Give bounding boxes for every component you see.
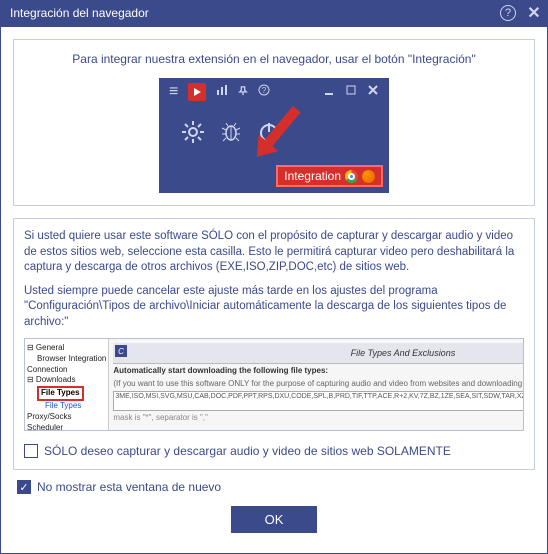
integration-button-preview: Integration (276, 165, 383, 187)
tree-downloads: ⊟ Downloads (27, 375, 106, 386)
filetypes-header: C File Types And Exclusions (113, 343, 524, 364)
ok-row: OK (13, 506, 535, 533)
ok-button[interactable]: OK (231, 506, 318, 533)
integration-illustration: ≡ ? (159, 78, 389, 193)
checkbox-checked-icon: ✓ (17, 480, 31, 494)
close-small-icon (367, 83, 379, 101)
maximize-icon (345, 83, 357, 101)
tree-proxy: Proxy/Socks (27, 412, 106, 423)
equalizer-icon (216, 83, 228, 101)
ft-ext-box: 3ME,ISO,MSI,SVG,MSU,CAB,DOC,PDF,PPT,RPS,… (113, 391, 524, 411)
tree-general: ⊟ General (27, 343, 106, 354)
tree-connection: Connection (27, 365, 106, 376)
tree-browser: Browser Integration (27, 354, 106, 365)
close-icon[interactable]: ✕ (526, 5, 542, 21)
filetypes-para1: Si usted quiere usar este software SÓLO … (24, 229, 524, 276)
filetypes-title: File Types And Exclusions (131, 347, 524, 359)
integration-instruction: Para integrar nuestra extensión en el na… (26, 52, 522, 66)
panel-integration: Para integrar nuestra extensión en el na… (13, 39, 535, 206)
help-icon[interactable]: ? (500, 5, 516, 21)
gear-icon (181, 120, 205, 149)
help-small-icon: ? (258, 83, 270, 101)
ft-mask: mask is "*", separator is "," (113, 413, 524, 424)
pin-icon (238, 83, 248, 101)
titlebar: Integración del navegador ? ✕ (0, 0, 548, 26)
ft-sub: (If you want to use this software ONLY f… (113, 379, 524, 390)
tree-scheduler: Scheduler (27, 423, 106, 431)
illust-toolbar: ≡ ? (159, 78, 389, 106)
filetypes-para2: Usted siempre puede cancelar este ajuste… (24, 284, 524, 331)
play-icon (188, 83, 206, 101)
settings-tree: ⊟ General Browser Integration Connection… (25, 339, 109, 430)
app-small-icon: C (115, 345, 127, 361)
only-audio-video-checkbox[interactable]: SÓLO deseo capturar y descargar audio y … (24, 443, 524, 459)
dialog-body: Para integrar nuestra extensión en el na… (0, 26, 548, 554)
integration-label: Integration (284, 169, 341, 183)
firefox-icon (362, 170, 375, 183)
bug-icon (219, 120, 243, 149)
tree-filetypes-hl: File Types (37, 386, 84, 401)
only-av-label: SÓLO deseo capturar y descargar audio y … (44, 443, 451, 459)
ft-line: Automatically start downloading the foll… (113, 366, 524, 377)
window-controls: ? ✕ (500, 5, 542, 21)
panel-filetypes: Si usted quiere usar este software SÓLO … (13, 218, 535, 470)
svg-text:?: ? (262, 86, 267, 95)
window-title: Integración del navegador (10, 6, 149, 20)
dont-show-label: No mostrar esta ventana de nuevo (37, 480, 221, 494)
settings-screenshot: ⊟ General Browser Integration Connection… (24, 338, 524, 431)
minimize-icon (323, 83, 335, 101)
svg-text:C: C (118, 347, 124, 356)
filetypes-pane: C File Types And Exclusions Automaticall… (109, 339, 524, 430)
dont-show-checkbox[interactable]: ✓ No mostrar esta ventana de nuevo (17, 480, 535, 494)
checkbox-icon (24, 444, 38, 458)
chrome-icon (345, 170, 358, 183)
tree-filetypes-sub: File Types (27, 401, 106, 412)
menu-icon: ≡ (169, 83, 178, 101)
